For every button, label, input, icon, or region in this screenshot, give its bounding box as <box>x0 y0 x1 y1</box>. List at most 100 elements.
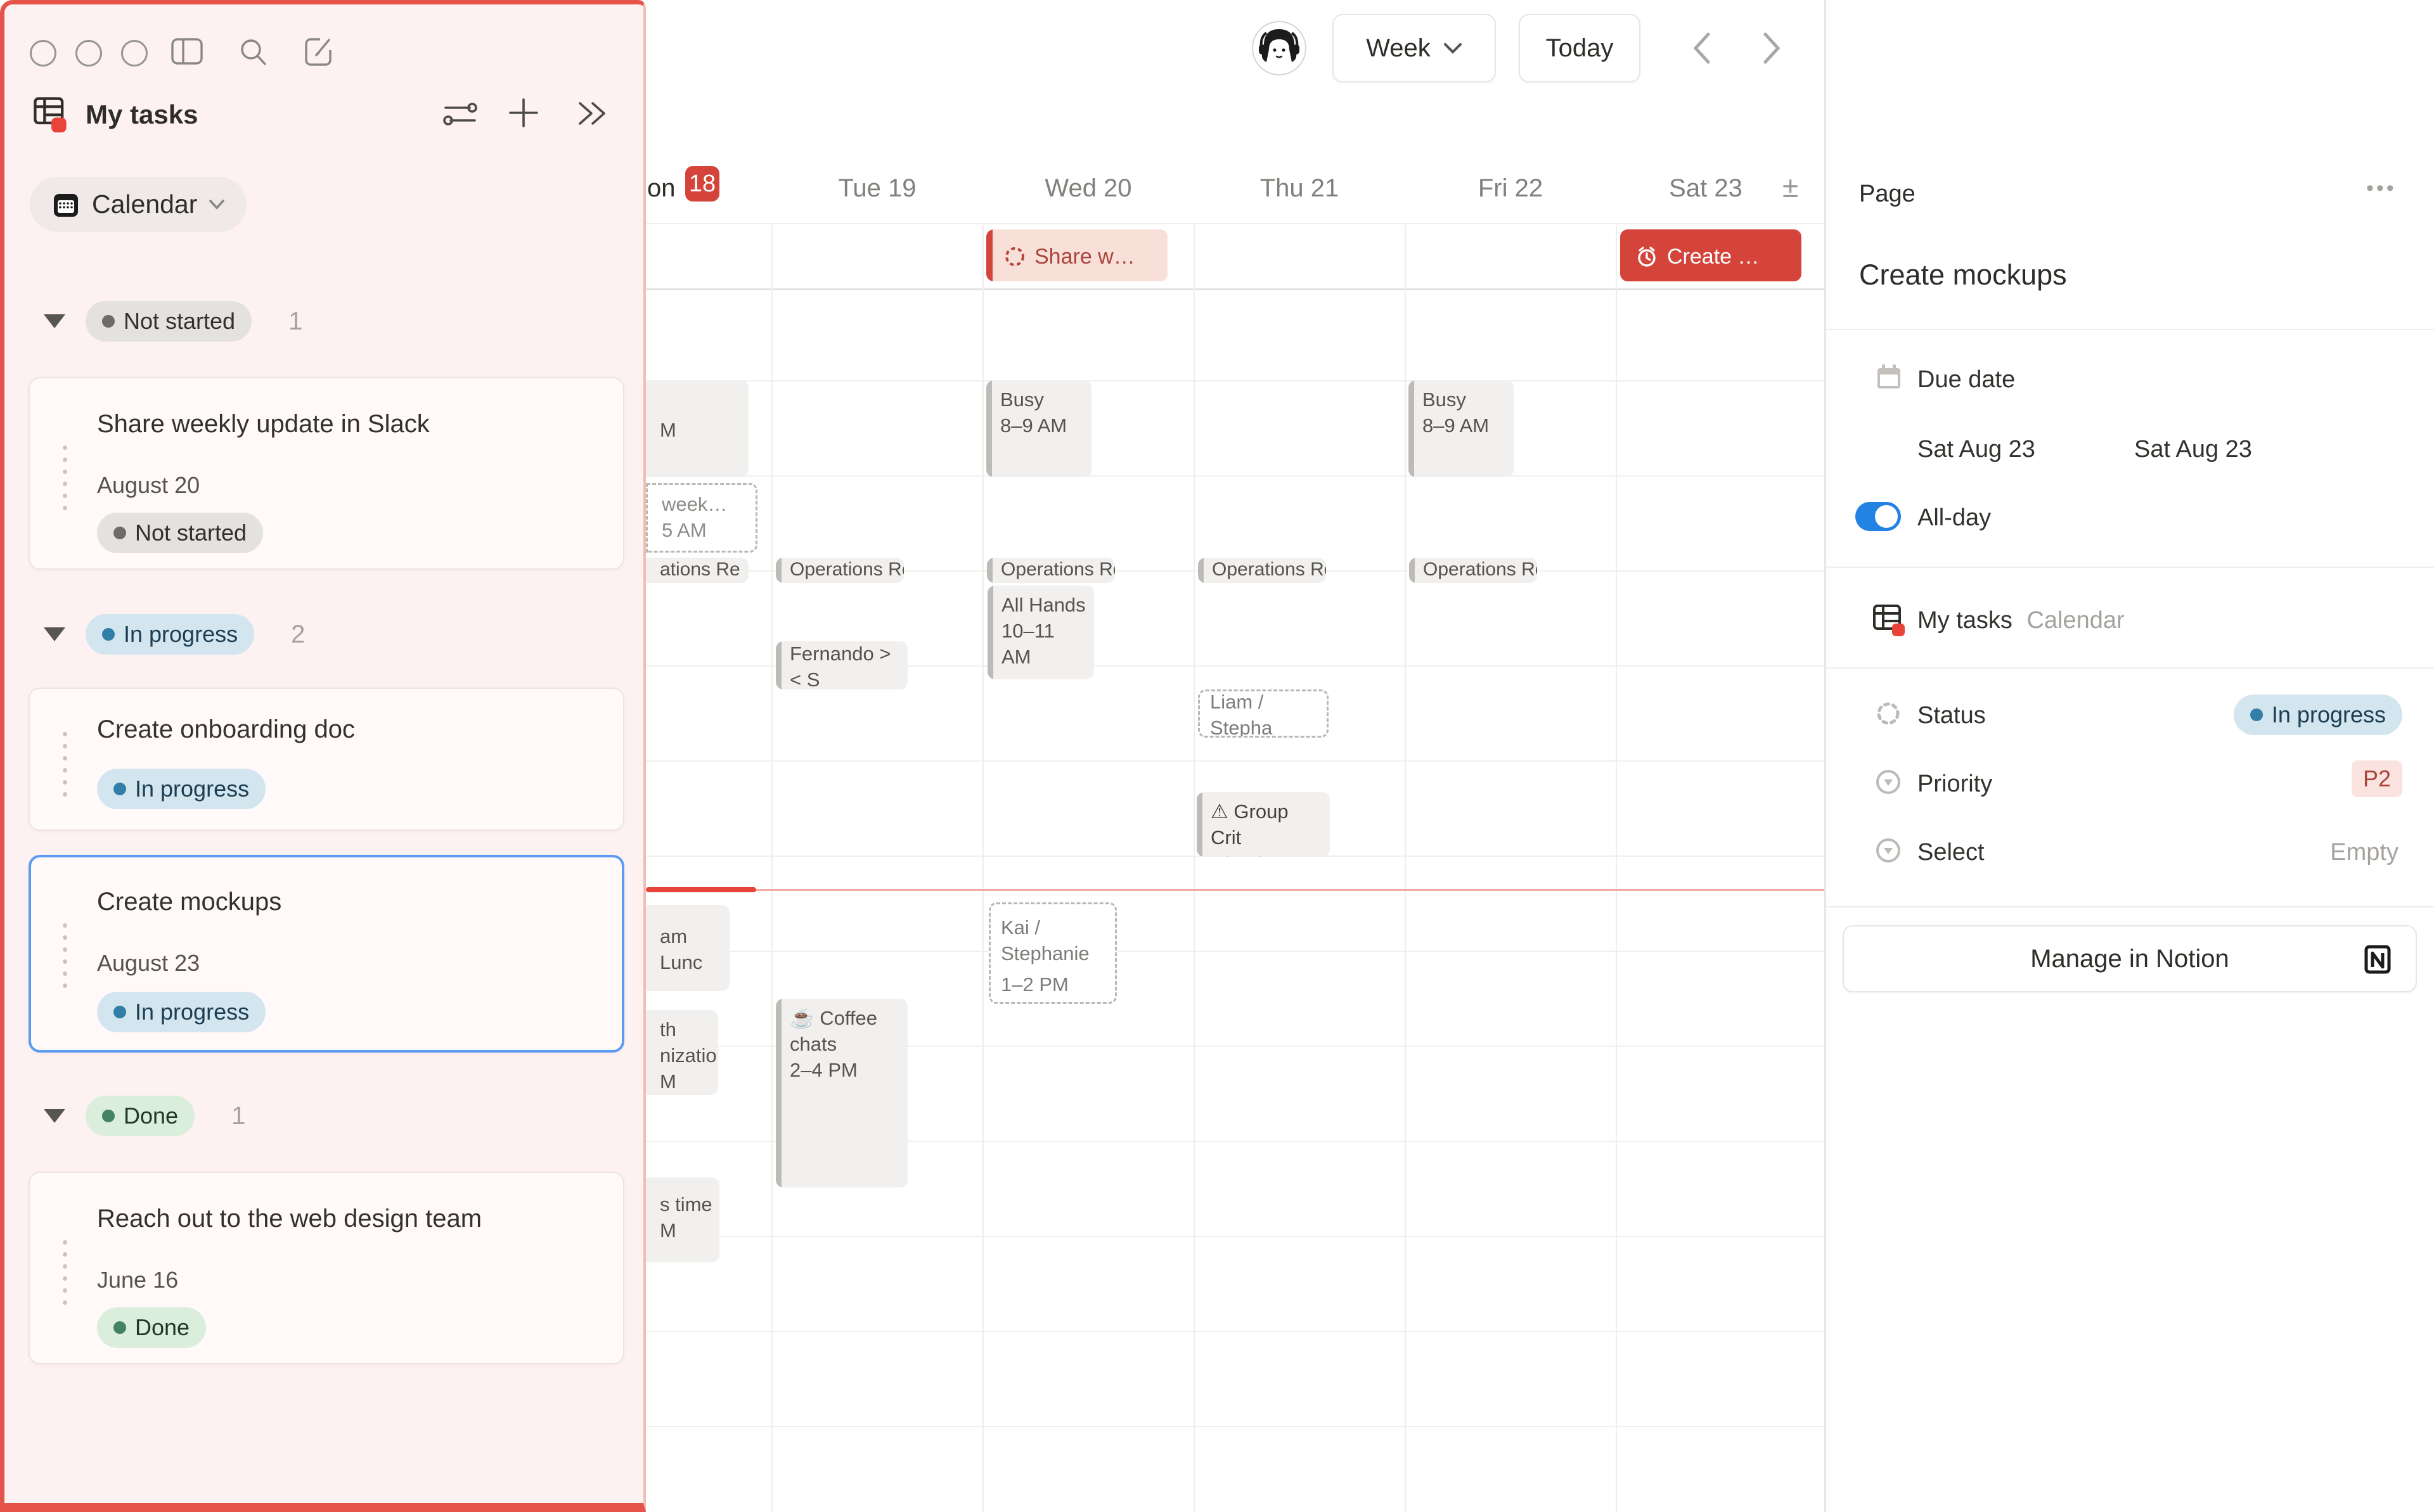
event-group-crit[interactable]: ⚠ Group Crit 12–12:45 PM <box>1197 792 1330 857</box>
event-busy-fri[interactable]: Busy 8–9 AM <box>1408 380 1514 477</box>
drag-handle-icon[interactable] <box>59 728 75 800</box>
day-header-tue[interactable]: Tue 19 <box>827 174 928 203</box>
priority-value-badge[interactable]: P2 <box>2352 760 2402 797</box>
task-card-create-mockups[interactable]: Create mockups August 23 In progress <box>29 855 624 1053</box>
event-liam-stephanie[interactable]: Liam / Stepha <box>1198 689 1329 738</box>
calendar-ref-row[interactable]: My tasks Calendar <box>1917 607 2125 634</box>
window-zoom-button[interactable] <box>121 40 148 67</box>
task-card-date: August 23 <box>97 950 200 977</box>
sidebar-title: My tasks <box>86 99 198 130</box>
group-count: 2 <box>291 620 305 649</box>
add-task-icon[interactable] <box>505 94 542 134</box>
event-operations-wed[interactable]: Operations Re <box>987 558 1115 583</box>
manage-in-notion-button[interactable]: Manage in Notion <box>1843 925 2417 992</box>
day-header-thu[interactable]: Thu 21 <box>1249 174 1350 203</box>
day-header-mon-fragment: on <box>647 174 676 203</box>
notion-logo-icon <box>2361 943 2394 982</box>
event-label: Fernando >< S <box>790 641 901 689</box>
event-share-weekly-allday[interactable]: Share w… <box>986 229 1168 281</box>
event-focus-time-clipped[interactable]: s time M <box>646 1177 719 1262</box>
group-header-in-progress[interactable]: In progress 2 <box>44 614 305 655</box>
current-time-line <box>756 889 1824 891</box>
task-card-title: Reach out to the web design team <box>97 1205 482 1233</box>
divider <box>1826 567 2434 568</box>
all-day-toggle[interactable] <box>1855 502 1901 531</box>
event-all-hands[interactable]: All Hands 10–11 AM <box>988 586 1094 679</box>
event-operations-tue[interactable]: Operations Re <box>776 558 904 583</box>
today-button[interactable]: Today <box>1519 14 1640 82</box>
event-create-allday[interactable]: Create … <box>1620 229 1801 281</box>
drag-handle-icon[interactable] <box>59 1236 75 1309</box>
view-switcher-label: Calendar <box>92 189 197 219</box>
event-busy-wed[interactable]: Busy 8–9 AM <box>986 380 1091 477</box>
select-value[interactable]: Empty <box>2330 839 2399 866</box>
due-date-start[interactable]: Sat Aug 23 <box>1917 436 2035 463</box>
filter-icon[interactable] <box>442 97 479 134</box>
expand-all-day-icon[interactable]: ± <box>1782 170 1798 204</box>
window-controls[interactable] <box>30 40 167 70</box>
search-icon[interactable] <box>235 35 271 72</box>
task-card-web-design[interactable]: Reach out to the web design team June 16… <box>29 1172 624 1364</box>
prev-week-button[interactable] <box>1689 30 1715 69</box>
todo-circle-icon <box>1004 246 1026 267</box>
collapse-triangle-icon[interactable] <box>44 314 65 328</box>
event-line1: s time <box>660 1191 713 1217</box>
event-label: Create … <box>1667 244 1760 270</box>
day-header-wed[interactable]: Wed 20 <box>1038 174 1139 203</box>
calendar-view-icon <box>51 190 80 219</box>
view-switcher-week[interactable]: Week <box>1332 14 1496 82</box>
collapse-panel-icon[interactable] <box>572 97 609 133</box>
drag-handle-icon[interactable] <box>59 442 75 514</box>
status-label: Status <box>1917 702 1986 729</box>
calendar-week-view: Week Today on 18 Tue 19 Wed 20 Thu 21 Fr… <box>646 0 1824 1512</box>
collapse-triangle-icon[interactable] <box>44 627 65 641</box>
window-close-button[interactable] <box>30 40 56 67</box>
avatar[interactable] <box>1251 20 1307 79</box>
task-card-onboarding[interactable]: Create onboarding doc In progress <box>29 688 624 831</box>
event-title: Busy <box>1000 387 1085 413</box>
all-day-label: All-day <box>1917 504 1991 532</box>
event-coffee-chats[interactable]: ☕ Coffee chats 2–4 PM <box>776 999 908 1188</box>
event-operations-thu[interactable]: Operations Re <box>1198 558 1326 583</box>
task-title[interactable]: Create mockups <box>1859 259 2067 292</box>
event-operations-mon-clipped[interactable]: ations Re <box>646 558 749 583</box>
today-date-badge[interactable]: 18 <box>685 166 719 202</box>
my-tasks-database-icon <box>31 93 70 136</box>
task-card-share-weekly[interactable]: Share weekly update in Slack August 20 N… <box>29 377 624 570</box>
due-date-end[interactable]: Sat Aug 23 <box>2134 436 2252 463</box>
event-title: Busy <box>1422 387 1507 413</box>
event-label: Operations Re <box>1212 558 1320 581</box>
event-fernando[interactable]: Fernando >< S <box>776 641 908 689</box>
window-minimize-button[interactable] <box>75 40 102 67</box>
toggle-sidebar-icon[interactable] <box>169 35 205 71</box>
more-options-button[interactable]: ••• <box>2366 176 2397 201</box>
event-operations-fri[interactable]: Operations Re <box>1409 558 1537 583</box>
compose-icon[interactable] <box>301 34 337 72</box>
drag-handle-icon[interactable] <box>59 919 75 992</box>
event-label: am Lunc <box>660 923 723 975</box>
calendar-ref-name: My tasks <box>1917 607 2012 634</box>
priority-label: Priority <box>1917 771 1992 798</box>
day-header-sat[interactable]: Sat 23 <box>1655 174 1756 203</box>
event-line1: th <box>660 1016 712 1042</box>
my-tasks-sidebar: My tasks Calendar Not started 1 Share we… <box>0 0 646 1512</box>
group-header-not-started[interactable]: Not started 1 <box>44 301 302 342</box>
due-date-label: Due date <box>1917 366 2015 394</box>
view-switcher-calendar[interactable]: Calendar <box>30 177 247 232</box>
view-switcher-label: Week <box>1366 34 1431 63</box>
day-header-fri[interactable]: Fri 22 <box>1460 174 1561 203</box>
status-value-pill[interactable]: In progress <box>2234 695 2402 735</box>
event-growth-clipped[interactable]: th nizatio… M <box>646 1010 718 1095</box>
event-line2: nizatio… <box>660 1042 712 1068</box>
header-divider <box>646 223 1824 224</box>
event-label: Liam / Stepha <box>1210 689 1320 738</box>
collapse-triangle-icon[interactable] <box>44 1109 65 1123</box>
current-time-line-today <box>646 887 756 892</box>
event-team-lunch-clipped[interactable]: am Lunc <box>646 905 730 991</box>
group-header-done[interactable]: Done 1 <box>44 1096 245 1136</box>
next-week-button[interactable] <box>1759 30 1784 69</box>
group-label: Done <box>124 1103 178 1129</box>
event-share-weekly-clipped[interactable]: week… 5 AM <box>646 483 757 553</box>
event-kai-stephanie[interactable]: Kai / Stephanie 1–2 PM <box>989 902 1117 1004</box>
event-busy-mon-clipped[interactable]: M <box>646 380 749 477</box>
